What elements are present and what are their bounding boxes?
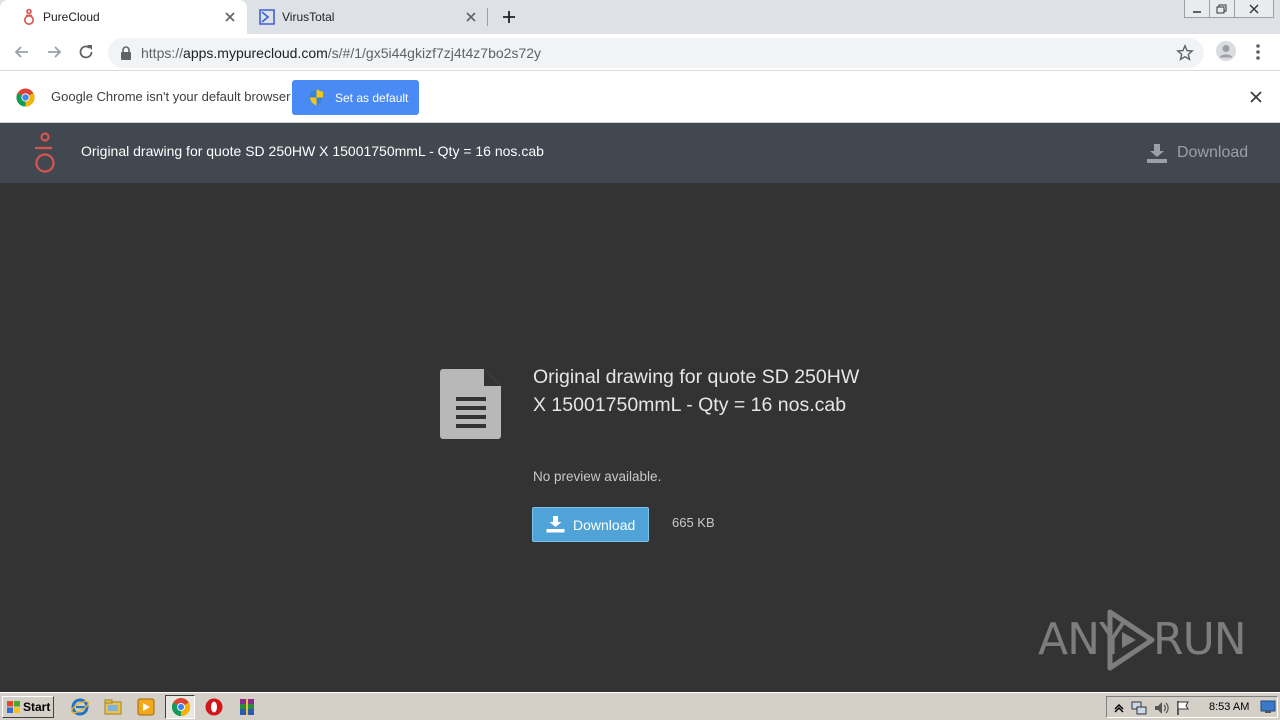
tab-separator bbox=[487, 8, 488, 26]
tab-virustotal[interactable]: VirusTotal bbox=[248, 0, 488, 34]
url-scheme: https:// bbox=[141, 45, 184, 61]
tab-title: VirusTotal bbox=[282, 10, 335, 24]
set-as-default-button[interactable]: Set as default bbox=[292, 80, 419, 115]
close-tab-icon[interactable] bbox=[464, 10, 478, 24]
watermark-text-right: RUN bbox=[1153, 614, 1247, 665]
volume-icon[interactable] bbox=[1153, 700, 1169, 716]
reload-icon[interactable] bbox=[76, 42, 96, 62]
no-preview-message: No preview available. bbox=[533, 469, 662, 484]
kebab-menu-icon[interactable] bbox=[1250, 42, 1266, 62]
minimize-button[interactable] bbox=[1184, 0, 1210, 18]
bookmark-star-icon[interactable] bbox=[1176, 44, 1194, 62]
virustotal-favicon-icon bbox=[259, 9, 275, 25]
download-button-label: Download bbox=[573, 516, 636, 533]
file-title: Original drawing for quote SD 250HW X 15… bbox=[81, 143, 544, 159]
document-file-icon bbox=[440, 369, 501, 439]
browser-toolbar: https://apps.mypurecloud.com/s/#/1/gx5i4… bbox=[0, 34, 1280, 71]
system-tray: 8:53 AM bbox=[1106, 696, 1278, 718]
forward-arrow-icon[interactable] bbox=[44, 42, 64, 62]
network-icon[interactable] bbox=[1131, 700, 1147, 716]
download-icon bbox=[1147, 144, 1167, 163]
download-icon bbox=[546, 516, 565, 533]
infobar-message: Google Chrome isn't your default browser bbox=[51, 89, 291, 104]
tab-strip: PureCloud VirusTotal bbox=[0, 0, 1280, 34]
header-download-label: Download bbox=[1177, 144, 1249, 161]
show-desktop-icon[interactable] bbox=[1260, 700, 1276, 714]
app-header: Original drawing for quote SD 250HW X 15… bbox=[0, 123, 1280, 183]
close-infobar-icon[interactable] bbox=[1249, 90, 1263, 104]
tab-title: PureCloud bbox=[43, 10, 100, 24]
lock-icon[interactable] bbox=[120, 46, 132, 60]
anyrun-watermark: ANY RUN bbox=[1038, 608, 1247, 674]
purecloud-favicon-icon bbox=[24, 8, 34, 25]
media-player-icon[interactable] bbox=[136, 697, 156, 717]
default-browser-infobar: Google Chrome isn't your default browser… bbox=[0, 71, 1280, 123]
restore-icon bbox=[1216, 4, 1227, 13]
download-button[interactable]: Download bbox=[532, 507, 649, 542]
back-arrow-icon[interactable] bbox=[12, 42, 32, 62]
file-size: 665 KB bbox=[672, 515, 715, 530]
url-path: /s/#/1/gx5i44gkizf7zj4t4z7bo2s72y bbox=[327, 45, 542, 61]
close-tab-icon[interactable] bbox=[223, 10, 237, 24]
restore-button[interactable] bbox=[1209, 0, 1235, 18]
opera-icon[interactable] bbox=[204, 697, 224, 717]
url-text: https://apps.mypurecloud.com/s/#/1/gx5i4… bbox=[141, 45, 541, 61]
file-name-heading: Original drawing for quote SD 250HW X 15… bbox=[533, 366, 860, 416]
start-button[interactable]: Start bbox=[2, 696, 54, 718]
start-label: Start bbox=[23, 700, 51, 714]
close-window-icon bbox=[1249, 4, 1259, 13]
url-host: apps.mypurecloud.com bbox=[183, 45, 328, 61]
taskbar-chrome-button[interactable] bbox=[165, 695, 195, 719]
play-triangle-icon bbox=[1107, 609, 1155, 671]
header-download-button[interactable]: Download bbox=[1146, 142, 1248, 164]
profile-avatar-icon[interactable] bbox=[1215, 40, 1237, 62]
purecloud-logo-icon bbox=[35, 132, 55, 173]
minimize-icon bbox=[1193, 10, 1201, 13]
set-as-default-label: Set as default bbox=[335, 90, 409, 105]
winrar-icon[interactable] bbox=[237, 697, 257, 717]
windows-logo-icon bbox=[7, 701, 20, 713]
action-center-flag-icon[interactable] bbox=[1175, 700, 1191, 716]
internet-explorer-icon[interactable] bbox=[70, 697, 90, 717]
windows-taskbar: Start 8:53 AM bbox=[0, 692, 1280, 720]
new-tab-icon[interactable] bbox=[500, 8, 518, 26]
uac-shield-icon bbox=[310, 89, 323, 106]
system-clock[interactable]: 8:53 AM bbox=[1209, 701, 1249, 713]
chrome-logo-icon bbox=[16, 88, 35, 107]
file-explorer-icon[interactable] bbox=[103, 697, 123, 717]
chrome-logo-icon bbox=[171, 698, 191, 716]
close-window-button[interactable] bbox=[1234, 0, 1274, 18]
address-bar[interactable]: https://apps.mypurecloud.com/s/#/1/gx5i4… bbox=[108, 38, 1204, 68]
tab-purecloud[interactable]: PureCloud bbox=[0, 0, 247, 34]
show-hidden-icons-icon[interactable] bbox=[1111, 700, 1127, 716]
file-preview-panel: Original drawing for quote SD 250HW X 15… bbox=[0, 183, 1280, 692]
